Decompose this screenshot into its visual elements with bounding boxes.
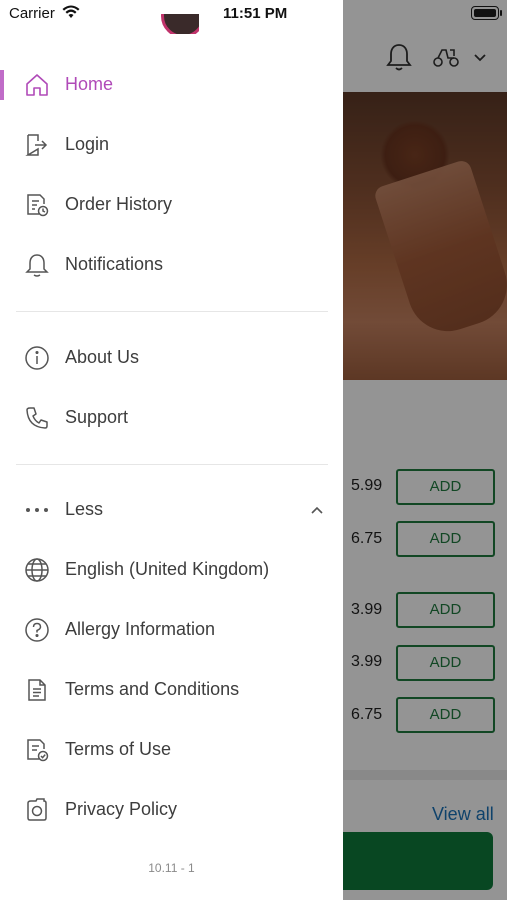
menu-item-support[interactable]: Support bbox=[0, 391, 343, 447]
phone-icon bbox=[24, 405, 50, 431]
app-version: 10.11 - 1 bbox=[148, 861, 195, 875]
chevron-up-icon bbox=[310, 497, 324, 523]
menu-label: Terms and Conditions bbox=[65, 679, 240, 699]
menu-label: Order History bbox=[65, 194, 173, 214]
status-bar: Carrier 11:51 PM bbox=[0, 0, 507, 28]
question-icon bbox=[24, 617, 50, 643]
document-check-icon bbox=[24, 737, 50, 763]
wifi-icon bbox=[62, 5, 80, 19]
menu-label: English (United Kingdom) bbox=[65, 559, 270, 579]
battery-icon bbox=[471, 6, 502, 20]
menu-label: Allergy Information bbox=[65, 619, 216, 639]
clock: 11:51 PM bbox=[223, 5, 288, 22]
privacy-icon bbox=[24, 797, 50, 823]
menu-item-privacy-policy[interactable]: Privacy Policy bbox=[0, 783, 343, 839]
order-history-icon bbox=[24, 192, 50, 218]
menu-label: Notifications bbox=[65, 254, 164, 274]
info-icon bbox=[24, 345, 50, 371]
menu-label: Home bbox=[65, 74, 114, 94]
login-icon bbox=[24, 132, 50, 158]
menu-label: About Us bbox=[65, 347, 140, 367]
menu-item-terms-of-use[interactable]: Terms of Use bbox=[0, 723, 343, 779]
home-icon bbox=[24, 72, 50, 98]
document-icon bbox=[24, 677, 50, 703]
menu-label: Login bbox=[65, 134, 110, 154]
menu-label: Less bbox=[65, 499, 104, 519]
menu-item-terms-and-conditions[interactable]: Terms and Conditions bbox=[0, 663, 343, 719]
menu-item-order-history[interactable]: Order History bbox=[0, 178, 343, 234]
globe-icon bbox=[24, 557, 50, 583]
menu-item-about-us[interactable]: About Us bbox=[0, 331, 343, 387]
menu-divider bbox=[16, 464, 328, 465]
menu-item-notifications[interactable]: Notifications bbox=[0, 238, 343, 294]
navigation-drawer: Home Login Order History Notifications A… bbox=[0, 0, 343, 900]
menu-item-login[interactable]: Login bbox=[0, 118, 343, 174]
carrier-label: Carrier bbox=[9, 5, 55, 22]
menu-item-allergy-information[interactable]: Allergy Information bbox=[0, 603, 343, 659]
menu-item-language[interactable]: English (United Kingdom) bbox=[0, 543, 343, 599]
more-dots-icon bbox=[24, 497, 50, 523]
menu-label: Support bbox=[65, 407, 129, 427]
menu-item-less[interactable]: Less bbox=[0, 483, 343, 539]
bell-icon bbox=[24, 252, 50, 278]
menu-item-home[interactable]: Home bbox=[0, 58, 343, 114]
menu-divider bbox=[16, 311, 328, 312]
menu-label: Terms of Use bbox=[65, 739, 172, 759]
menu-label: Privacy Policy bbox=[65, 799, 178, 819]
